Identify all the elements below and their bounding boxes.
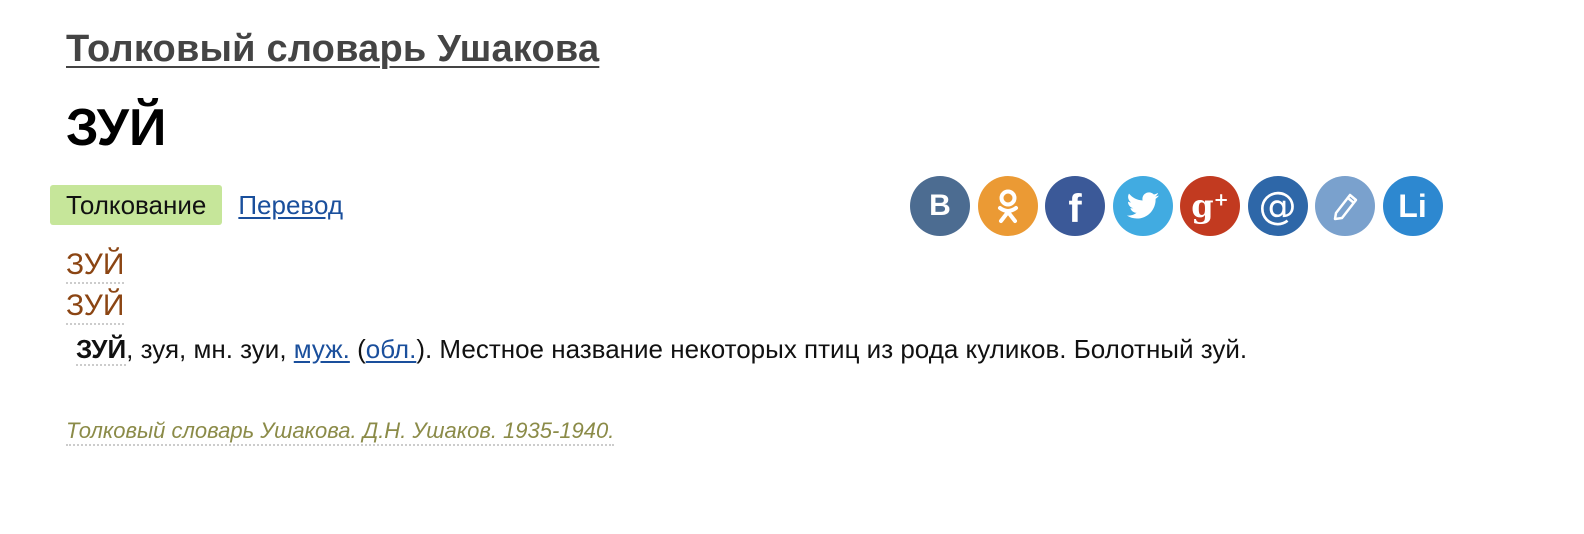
facebook-icon: f [1068,186,1082,231]
page-title: ЗУЙ [66,99,167,157]
google-plus-icon: g+ [1191,187,1229,225]
pencil-icon [1333,193,1358,221]
tabs: Толкование Перевод [50,185,343,225]
mail-share-button[interactable]: @ [1247,176,1308,236]
definition-text: ЗУЙ, зуя, мн. зуи, муж. (обл.). Местное … [76,334,1248,366]
twitter-share-button[interactable] [1112,176,1173,236]
social-share-bar: B f g+ @ Li [910,176,1450,236]
definition-body: ). Местное название некоторых птиц из ро… [416,334,1248,364]
liveinternet-share-button[interactable]: Li [1382,176,1443,236]
odnoklassniki-share-button[interactable] [977,176,1038,236]
vk-icon: B [929,189,951,222]
tab-translation[interactable]: Перевод [238,191,343,219]
facebook-share-button[interactable]: f [1045,176,1105,236]
gender-abbr-link[interactable]: муж. [294,334,350,364]
region-abbr-link[interactable]: обл. [366,334,417,364]
google-plus-share-button[interactable]: g+ [1180,176,1240,236]
liveinternet-icon: Li [1398,187,1427,224]
twitter-icon [1126,192,1159,219]
definition-forms: , зуя, мн. зуи, [126,334,294,364]
variant-link[interactable]: ЗУЙ [66,248,125,284]
variant-link[interactable]: ЗУЙ [66,289,125,325]
dictionary-title-link[interactable]: Толковый словарь Ушакова [66,28,599,71]
definition-headword: ЗУЙ [76,334,127,366]
odnoklassniki-icon [997,189,1018,223]
vk-share-button[interactable]: B [910,176,970,236]
at-sign-icon: @ [1258,184,1297,228]
livejournal-share-button[interactable] [1315,176,1375,236]
tab-interpretation[interactable]: Толкование [50,185,223,225]
source-citation: Толковый словарь Ушакова. Д.Н. Ушаков. 1… [66,418,615,446]
